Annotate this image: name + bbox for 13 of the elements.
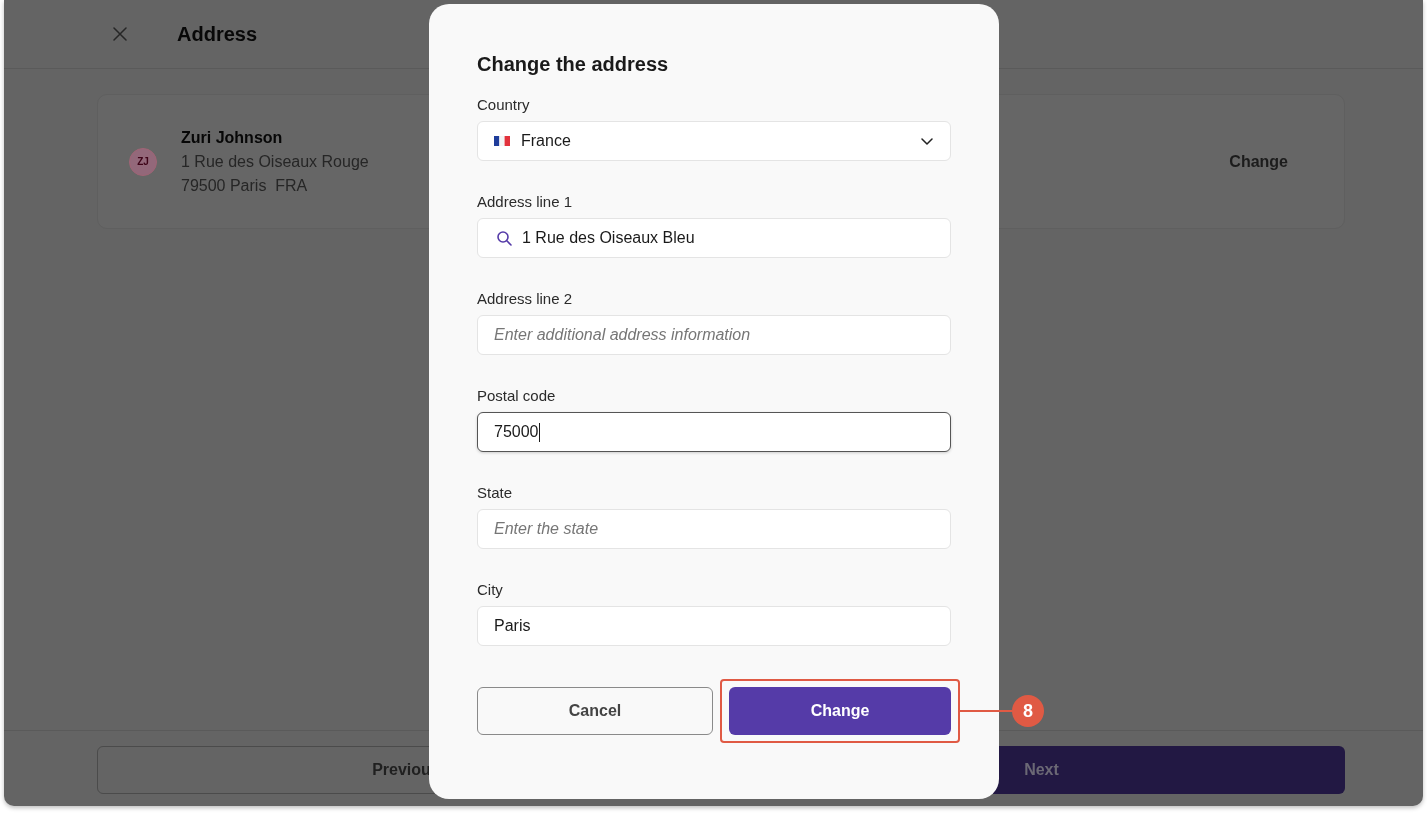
address-line: 1 Rue des Oiseaux Rouge (181, 151, 369, 172)
avatar: ZJ (129, 147, 157, 176)
field-label: State (477, 483, 513, 503)
field-label: Address line 2 (477, 289, 573, 309)
field-label: Country (477, 95, 530, 115)
field-label: City (477, 580, 503, 600)
dialog-title: Change the address (477, 52, 669, 76)
contact-name: Zuri Johnson (181, 127, 283, 148)
address-line: 79500 Paris FRA (181, 175, 308, 196)
field-label: Address line 1 (477, 192, 573, 212)
field-label: Postal code (477, 386, 556, 406)
callout-badge: 8 (1012, 695, 1044, 727)
page-title: Address (177, 22, 258, 46)
